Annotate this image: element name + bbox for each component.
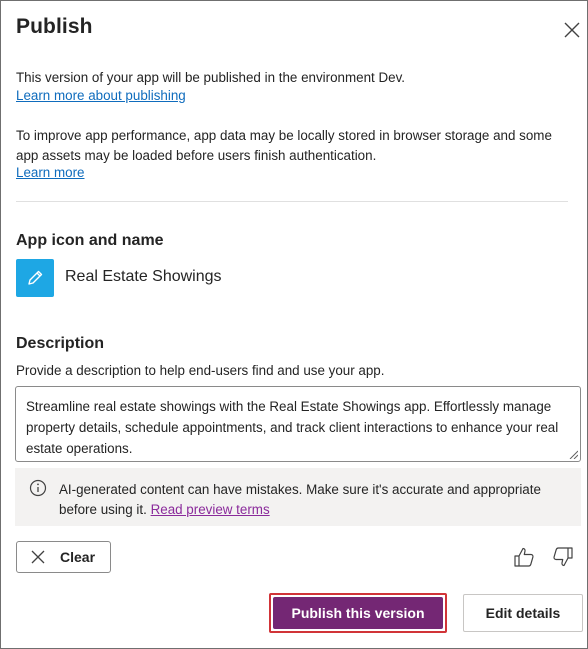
app-name: Real Estate Showings [65, 268, 222, 285]
notice-text: AI-generated content can have mistakes. … [59, 480, 569, 519]
edit-details-button[interactable]: Edit details [463, 594, 583, 632]
info-icon [29, 479, 47, 497]
clear-x-icon [30, 549, 46, 565]
description-value: Streamline real estate showings with the… [26, 399, 559, 456]
app-icon-button[interactable] [16, 259, 54, 297]
thumbs-up-icon [514, 547, 534, 567]
close-icon [564, 22, 580, 38]
ai-notice: AI-generated content can have mistakes. … [15, 468, 581, 526]
publish-dialog: Publish This version of your app will be… [0, 0, 588, 649]
pencil-icon [28, 270, 43, 285]
description-heading: Description [16, 335, 105, 352]
learn-more-publishing-link[interactable]: Learn more about publishing [16, 88, 186, 103]
close-button[interactable] [560, 18, 584, 42]
resize-grip-icon[interactable] [568, 449, 578, 459]
divider [16, 201, 568, 202]
read-preview-terms-link[interactable]: Read preview terms [151, 502, 270, 517]
clear-label: Clear [60, 549, 96, 565]
description-textarea[interactable]: Streamline real estate showings with the… [15, 386, 581, 462]
environment-text: This version of your app will be publish… [16, 70, 406, 85]
publish-this-version-button[interactable]: Publish this version [273, 597, 443, 629]
notice-message: AI-generated content can have mistakes. … [59, 482, 541, 517]
thumbs-up-button[interactable] [512, 545, 536, 569]
learn-more-link[interactable]: Learn more [16, 165, 84, 180]
dialog-title: Publish [16, 15, 93, 38]
clear-button[interactable]: Clear [16, 541, 111, 573]
performance-text: To improve app performance, app data may… [16, 128, 552, 163]
thumbs-down-button[interactable] [551, 545, 575, 569]
description-hint: Provide a description to help end-users … [16, 363, 385, 378]
thumbs-down-icon [553, 547, 573, 567]
app-icon-heading: App icon and name [16, 232, 164, 249]
